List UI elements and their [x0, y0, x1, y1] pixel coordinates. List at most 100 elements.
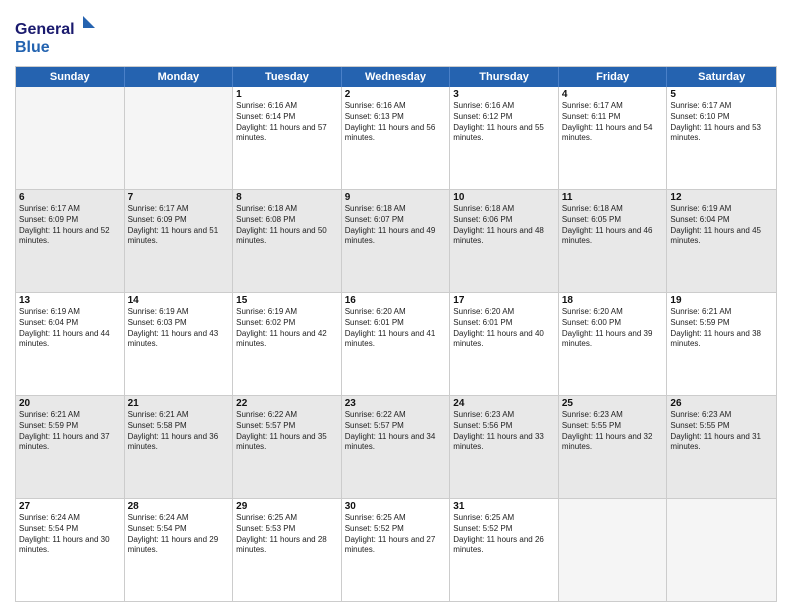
calendar-cell: 8Sunrise: 6:18 AM Sunset: 6:08 PM Daylig…: [233, 190, 342, 292]
day-number: 21: [128, 398, 230, 409]
calendar-cell: 26Sunrise: 6:23 AM Sunset: 5:55 PM Dayli…: [667, 396, 776, 498]
cell-info: Sunrise: 6:17 AM Sunset: 6:09 PM Dayligh…: [128, 204, 230, 247]
cell-info: Sunrise: 6:18 AM Sunset: 6:07 PM Dayligh…: [345, 204, 447, 247]
calendar-header: SundayMondayTuesdayWednesdayThursdayFrid…: [16, 67, 776, 87]
calendar-cell: 17Sunrise: 6:20 AM Sunset: 6:01 PM Dayli…: [450, 293, 559, 395]
calendar-cell: 16Sunrise: 6:20 AM Sunset: 6:01 PM Dayli…: [342, 293, 451, 395]
day-number: 16: [345, 295, 447, 306]
calendar-week-2: 6Sunrise: 6:17 AM Sunset: 6:09 PM Daylig…: [16, 189, 776, 292]
cell-info: Sunrise: 6:23 AM Sunset: 5:56 PM Dayligh…: [453, 410, 555, 453]
cell-info: Sunrise: 6:21 AM Sunset: 5:58 PM Dayligh…: [128, 410, 230, 453]
day-number: 27: [19, 501, 121, 512]
day-number: 19: [670, 295, 773, 306]
calendar-cell: 11Sunrise: 6:18 AM Sunset: 6:05 PM Dayli…: [559, 190, 668, 292]
calendar-cell: [125, 87, 234, 189]
cell-info: Sunrise: 6:20 AM Sunset: 6:01 PM Dayligh…: [345, 307, 447, 350]
cell-info: Sunrise: 6:18 AM Sunset: 6:08 PM Dayligh…: [236, 204, 338, 247]
day-number: 25: [562, 398, 664, 409]
calendar-cell: 31Sunrise: 6:25 AM Sunset: 5:52 PM Dayli…: [450, 499, 559, 601]
svg-text:General: General: [15, 21, 75, 38]
day-number: 4: [562, 89, 664, 100]
header-day-monday: Monday: [125, 67, 234, 87]
cell-info: Sunrise: 6:23 AM Sunset: 5:55 PM Dayligh…: [562, 410, 664, 453]
day-number: 17: [453, 295, 555, 306]
day-number: 28: [128, 501, 230, 512]
cell-info: Sunrise: 6:19 AM Sunset: 6:02 PM Dayligh…: [236, 307, 338, 350]
day-number: 31: [453, 501, 555, 512]
day-number: 9: [345, 192, 447, 203]
cell-info: Sunrise: 6:25 AM Sunset: 5:53 PM Dayligh…: [236, 513, 338, 556]
calendar-cell: 30Sunrise: 6:25 AM Sunset: 5:52 PM Dayli…: [342, 499, 451, 601]
cell-info: Sunrise: 6:21 AM Sunset: 5:59 PM Dayligh…: [670, 307, 773, 350]
calendar-cell: 1Sunrise: 6:16 AM Sunset: 6:14 PM Daylig…: [233, 87, 342, 189]
day-number: 30: [345, 501, 447, 512]
calendar-cell: 14Sunrise: 6:19 AM Sunset: 6:03 PM Dayli…: [125, 293, 234, 395]
cell-info: Sunrise: 6:24 AM Sunset: 5:54 PM Dayligh…: [19, 513, 121, 556]
header-day-wednesday: Wednesday: [342, 67, 451, 87]
calendar-cell: 15Sunrise: 6:19 AM Sunset: 6:02 PM Dayli…: [233, 293, 342, 395]
cell-info: Sunrise: 6:16 AM Sunset: 6:12 PM Dayligh…: [453, 101, 555, 144]
day-number: 5: [670, 89, 773, 100]
day-number: 20: [19, 398, 121, 409]
calendar-cell: 6Sunrise: 6:17 AM Sunset: 6:09 PM Daylig…: [16, 190, 125, 292]
calendar-body: 1Sunrise: 6:16 AM Sunset: 6:14 PM Daylig…: [16, 87, 776, 601]
day-number: 11: [562, 192, 664, 203]
day-number: 7: [128, 192, 230, 203]
cell-info: Sunrise: 6:17 AM Sunset: 6:10 PM Dayligh…: [670, 101, 773, 144]
calendar-cell: 29Sunrise: 6:25 AM Sunset: 5:53 PM Dayli…: [233, 499, 342, 601]
day-number: 8: [236, 192, 338, 203]
day-number: 14: [128, 295, 230, 306]
calendar-cell: 22Sunrise: 6:22 AM Sunset: 5:57 PM Dayli…: [233, 396, 342, 498]
cell-info: Sunrise: 6:22 AM Sunset: 5:57 PM Dayligh…: [345, 410, 447, 453]
calendar-cell: 9Sunrise: 6:18 AM Sunset: 6:07 PM Daylig…: [342, 190, 451, 292]
calendar-cell: [559, 499, 668, 601]
calendar-cell: 27Sunrise: 6:24 AM Sunset: 5:54 PM Dayli…: [16, 499, 125, 601]
cell-info: Sunrise: 6:17 AM Sunset: 6:09 PM Dayligh…: [19, 204, 121, 247]
day-number: 13: [19, 295, 121, 306]
calendar-cell: 7Sunrise: 6:17 AM Sunset: 6:09 PM Daylig…: [125, 190, 234, 292]
cell-info: Sunrise: 6:18 AM Sunset: 6:05 PM Dayligh…: [562, 204, 664, 247]
calendar: SundayMondayTuesdayWednesdayThursdayFrid…: [15, 66, 777, 602]
day-number: 12: [670, 192, 773, 203]
calendar-cell: 12Sunrise: 6:19 AM Sunset: 6:04 PM Dayli…: [667, 190, 776, 292]
calendar-cell: 21Sunrise: 6:21 AM Sunset: 5:58 PM Dayli…: [125, 396, 234, 498]
day-number: 24: [453, 398, 555, 409]
calendar-cell: 2Sunrise: 6:16 AM Sunset: 6:13 PM Daylig…: [342, 87, 451, 189]
calendar-cell: 19Sunrise: 6:21 AM Sunset: 5:59 PM Dayli…: [667, 293, 776, 395]
day-number: 6: [19, 192, 121, 203]
day-number: 29: [236, 501, 338, 512]
calendar-cell: 18Sunrise: 6:20 AM Sunset: 6:00 PM Dayli…: [559, 293, 668, 395]
cell-info: Sunrise: 6:25 AM Sunset: 5:52 PM Dayligh…: [345, 513, 447, 556]
calendar-cell: 4Sunrise: 6:17 AM Sunset: 6:11 PM Daylig…: [559, 87, 668, 189]
header-day-thursday: Thursday: [450, 67, 559, 87]
cell-info: Sunrise: 6:16 AM Sunset: 6:14 PM Dayligh…: [236, 101, 338, 144]
day-number: 26: [670, 398, 773, 409]
calendar-cell: 13Sunrise: 6:19 AM Sunset: 6:04 PM Dayli…: [16, 293, 125, 395]
calendar-cell: 3Sunrise: 6:16 AM Sunset: 6:12 PM Daylig…: [450, 87, 559, 189]
cell-info: Sunrise: 6:22 AM Sunset: 5:57 PM Dayligh…: [236, 410, 338, 453]
header-day-friday: Friday: [559, 67, 668, 87]
calendar-cell: 10Sunrise: 6:18 AM Sunset: 6:06 PM Dayli…: [450, 190, 559, 292]
calendar-cell: 5Sunrise: 6:17 AM Sunset: 6:10 PM Daylig…: [667, 87, 776, 189]
cell-info: Sunrise: 6:17 AM Sunset: 6:11 PM Dayligh…: [562, 101, 664, 144]
calendar-cell: 24Sunrise: 6:23 AM Sunset: 5:56 PM Dayli…: [450, 396, 559, 498]
day-number: 22: [236, 398, 338, 409]
day-number: 1: [236, 89, 338, 100]
cell-info: Sunrise: 6:21 AM Sunset: 5:59 PM Dayligh…: [19, 410, 121, 453]
header-day-tuesday: Tuesday: [233, 67, 342, 87]
calendar-cell: [16, 87, 125, 189]
day-number: 23: [345, 398, 447, 409]
day-number: 10: [453, 192, 555, 203]
cell-info: Sunrise: 6:23 AM Sunset: 5:55 PM Dayligh…: [670, 410, 773, 453]
cell-info: Sunrise: 6:19 AM Sunset: 6:04 PM Dayligh…: [670, 204, 773, 247]
header-day-saturday: Saturday: [667, 67, 776, 87]
svg-text:Blue: Blue: [15, 39, 50, 56]
logo-svg: GeneralBlue: [15, 14, 95, 58]
calendar-week-4: 20Sunrise: 6:21 AM Sunset: 5:59 PM Dayli…: [16, 395, 776, 498]
cell-info: Sunrise: 6:16 AM Sunset: 6:13 PM Dayligh…: [345, 101, 447, 144]
cell-info: Sunrise: 6:19 AM Sunset: 6:03 PM Dayligh…: [128, 307, 230, 350]
calendar-week-3: 13Sunrise: 6:19 AM Sunset: 6:04 PM Dayli…: [16, 292, 776, 395]
cell-info: Sunrise: 6:19 AM Sunset: 6:04 PM Dayligh…: [19, 307, 121, 350]
header: GeneralBlue: [15, 10, 777, 58]
calendar-cell: 28Sunrise: 6:24 AM Sunset: 5:54 PM Dayli…: [125, 499, 234, 601]
